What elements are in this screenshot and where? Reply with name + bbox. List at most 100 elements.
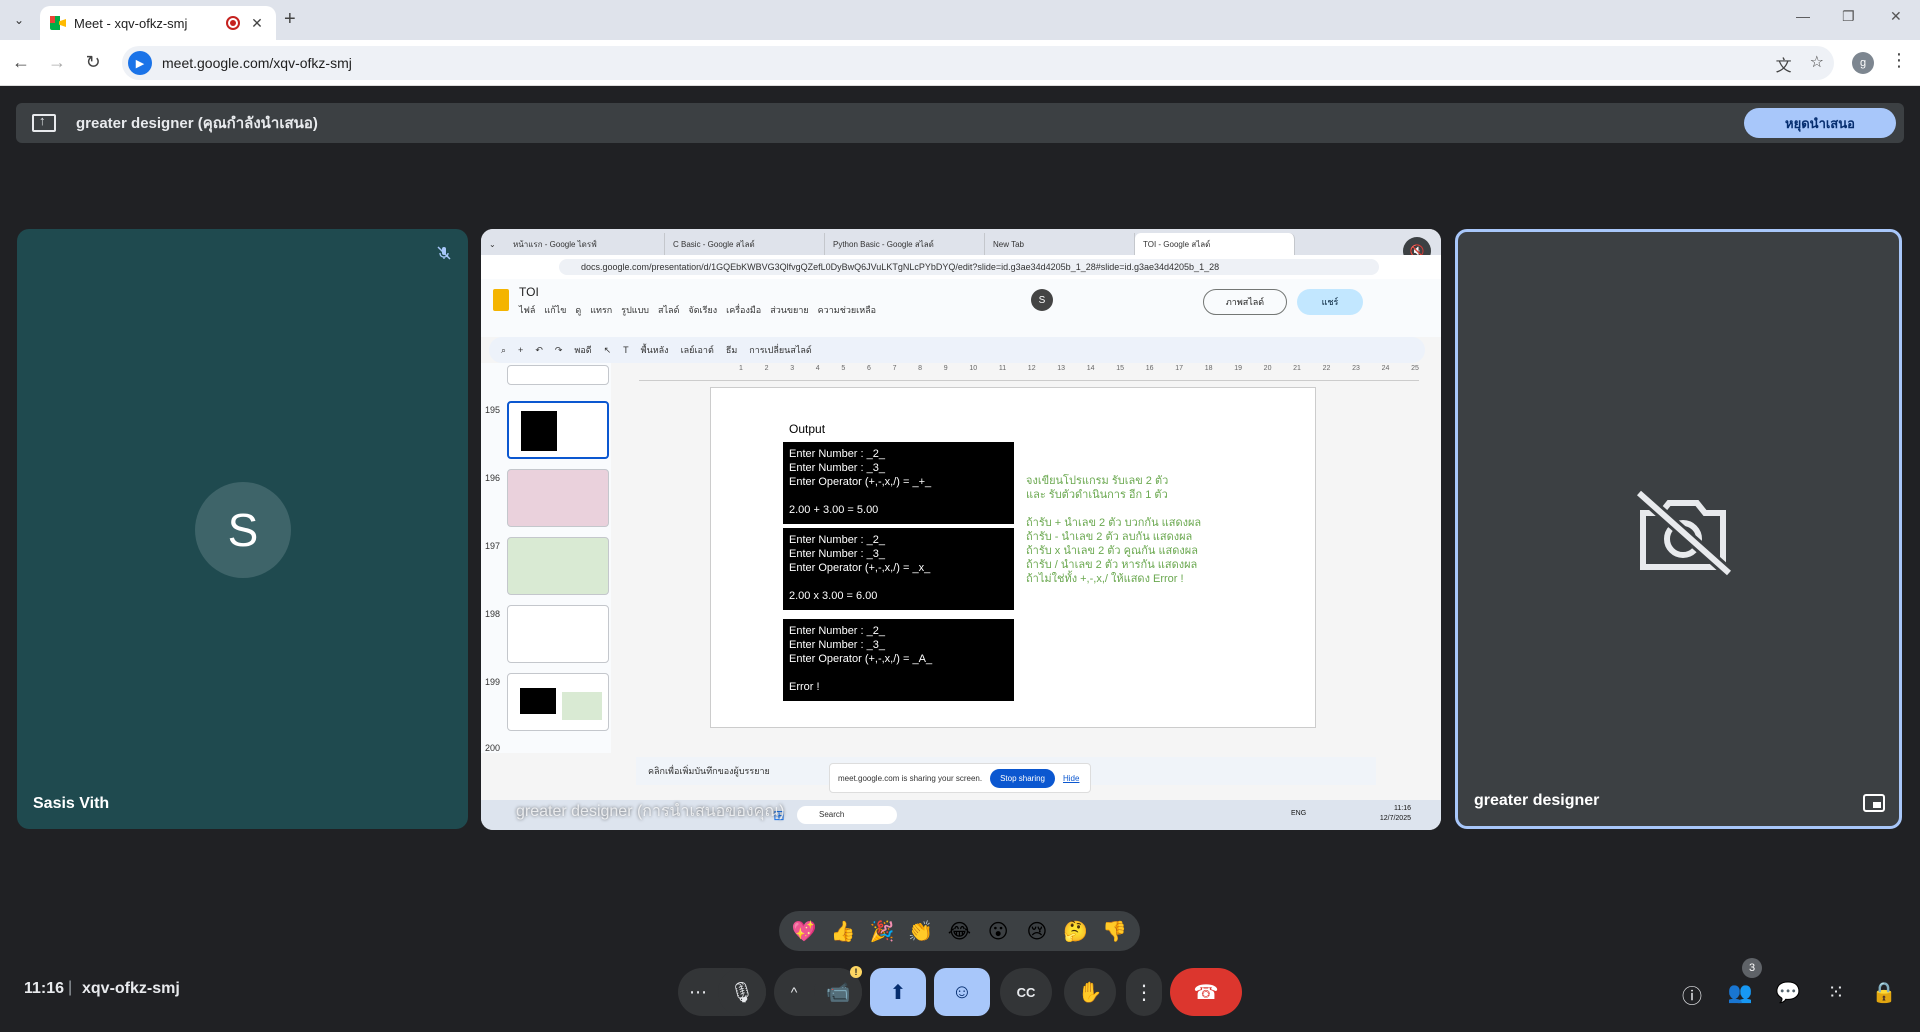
activities-icon[interactable]: ⁙ [1822,980,1850,1005]
camera-off-icon [1635,488,1733,577]
reaction-thumbs-down[interactable]: 👎 [1098,919,1132,944]
slide-canvas: Output Enter Number : _2_ Enter Number :… [710,387,1316,728]
reaction-heart[interactable]: 💖 [787,919,821,944]
people-icon[interactable]: 👥 [1726,980,1754,1005]
more-audio-options-icon[interactable]: ⋯ [678,968,718,1016]
reload-icon[interactable]: ↻ [82,52,104,73]
address-url[interactable]: meet.google.com/xqv-ofkz-smj [162,55,352,71]
ruler-tick-label: 21 [1293,365,1301,372]
reaction-clap[interactable]: 👏 [904,919,938,944]
participant-tile-sasis[interactable]: S Sasis Vith [17,229,468,829]
emoji-reactions-button[interactable]: ☺ [934,968,990,1016]
slide-number: 197 [485,541,501,551]
shared-tab: C Basic - Google สไลด์ [665,233,825,255]
camera-warning-icon: ! [850,966,862,978]
ruler-tick-label: 19 [1234,365,1242,372]
camera-control-group: ^ 📹 [774,968,862,1016]
presenting-banner: greater designer (คุณกำลังนำเสนอ) หยุดนำ… [16,103,1904,143]
browser-toolbar: ← → ↻ ▶ meet.google.com/xqv-ofkz-smj 文 ☆… [0,40,1920,86]
browser-menu-icon[interactable]: ⋮ [1890,50,1908,71]
taskbar-clock: 11:16 12/7/2025 [1380,804,1411,824]
ruler-tick-label: 25 [1411,365,1419,372]
browser-tab-strip: ⌄ Meet - xqv-ofkz-smj ✕ + — ❐ ✕ [0,0,1920,40]
mic-toggle-button[interactable]: 🎙 [718,968,766,1016]
terminal-output-error: Enter Number : _2_ Enter Number : _3_ En… [783,619,1014,701]
forward-arrow-icon[interactable]: → [46,52,68,73]
participant-tile-self[interactable]: greater designer [1455,229,1902,829]
menu-item: แทรก [590,305,613,315]
tab-close-icon[interactable]: ✕ [248,15,266,32]
browser-tab-meet[interactable]: Meet - xqv-ofkz-smj ✕ [40,6,276,40]
sharing-message: meet.google.com is sharing your screen. [838,773,983,783]
ruler-tick-label: 4 [815,365,820,372]
slideshow-button: ภาพสไลด์ [1203,289,1287,315]
ruler-tick-label: 3 [790,365,795,372]
shared-tab-label: New Tab [993,239,1024,249]
close-window-icon[interactable]: ✕ [1890,8,1902,25]
more-options-button[interactable]: ⋮ [1126,968,1162,1016]
address-bar[interactable]: ▶ meet.google.com/xqv-ofkz-smj 文 ☆ [122,46,1834,80]
menu-item: รูปแบบ [621,305,650,315]
slide-thumbnail [507,605,609,663]
reaction-thumbs-up[interactable]: 👍 [826,919,860,944]
layout-button: เลย์เอาต์ [680,345,714,355]
background-button: พื้นหลัง [640,345,669,355]
meeting-info-icon[interactable]: ⓘ [1678,980,1706,1009]
instruction-text: จงเขียนโปรแกรม รับเลข 2 ตัว และ รับตัวดำ… [1026,475,1169,501]
ruler-tick-label: 20 [1263,365,1272,372]
reaction-laugh[interactable]: 😂 [942,919,976,944]
shared-tab: New Tab [985,233,1135,255]
ruler-tick-label: 10 [969,365,978,372]
minimize-window-icon[interactable]: — [1796,8,1810,24]
doc-title: TOI [519,285,539,299]
zoom-select: พอดี [574,345,592,355]
new-tab-button[interactable]: + [284,8,296,31]
participant-name: greater designer [1474,792,1600,809]
leave-call-button[interactable]: ☎ [1170,968,1242,1016]
presenting-label: greater designer (คุณกำลังนำเสนอ) [76,115,318,132]
menu-item: สไลด์ [658,305,680,315]
reaction-surprised[interactable]: 😮 [981,919,1015,944]
ruler-tick-label: 17 [1175,365,1184,372]
tab-title: Meet - xqv-ofkz-smj [74,15,188,31]
profile-avatar[interactable]: g [1852,52,1874,74]
ruler-tick-label: 7 [892,365,897,372]
host-controls-icon[interactable]: 🔒 [1870,980,1898,1005]
bookmark-star-icon[interactable]: ☆ [1810,52,1824,76]
undo-icon: ↶ [535,344,543,355]
participant-count-badge: 3 [1742,958,1762,978]
chat-icon[interactable]: 💬 [1774,980,1802,1005]
ruler-tick-label: 12 [1027,365,1036,372]
google-slides-logo-icon [493,289,509,311]
select-cursor-icon: ↖ [603,344,612,355]
reaction-sad[interactable]: 😢 [1020,919,1054,944]
back-arrow-icon[interactable]: ← [10,52,32,73]
picture-in-picture-icon[interactable] [1863,794,1885,812]
restore-window-icon[interactable]: ❐ [1842,8,1855,25]
present-screen-button[interactable]: ⬆ [870,968,926,1016]
stop-presenting-button[interactable]: หยุดนำเสนอ [1744,108,1896,138]
chevron-up-icon[interactable]: ^ [774,968,814,1016]
horizontal-ruler: 1 2 3 4 5 6 7 8 9 10 11 12 13 14 15 16 17 18 19 20 21 22 23 24 2… [639,363,1419,381]
taskbar-time: 11:16 [1394,805,1411,812]
translate-icon[interactable]: 文 [1776,52,1792,76]
instruction-rules: ถ้ารับ + นำเลข 2 ตัว บวกกัน แสดงผล ถ้ารั… [1026,517,1202,585]
shared-tab: Python Basic - Google สไลด์ [825,233,985,255]
stop-sharing-button: Stop sharing [990,768,1055,788]
shared-screen-tile[interactable]: ⌄ หน้าแรก - Google ไดรฟ์ C Basic - Googl… [481,229,1441,830]
slide-thumbnail-selected [507,401,609,459]
reaction-thinking[interactable]: 🤔 [1059,919,1093,944]
tab-search-menu-icon[interactable]: ⌄ [8,9,30,31]
avatar: S [195,482,291,578]
share-button: แชร์ [1297,289,1363,315]
site-info-icon[interactable]: ▶ [128,51,152,75]
raise-hand-button[interactable]: ✋ [1064,968,1116,1016]
reaction-party[interactable]: 🎉 [865,919,899,944]
search-icon: ⌕ [501,344,507,355]
sharing-notification: meet.google.com is sharing your screen. … [829,763,1091,793]
ruler-tick-label: 15 [1116,365,1125,372]
shared-url: docs.google.com/presentation/d/1GQEbKWBV… [559,259,1379,275]
captions-button[interactable]: CC [1000,968,1052,1016]
slide-thumbnail [507,365,609,385]
mic-off-icon [437,246,451,260]
